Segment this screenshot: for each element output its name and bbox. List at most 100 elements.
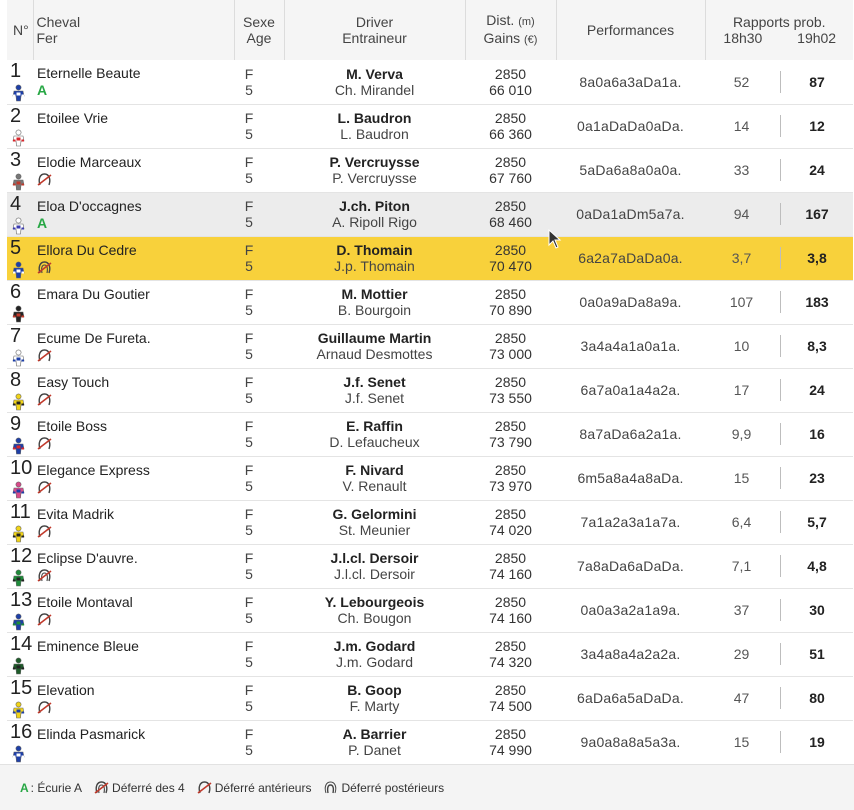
table-row[interactable]: 5 Ellora Du Cedre F 5 D. Thomain J.p. Thomain… [7, 236, 853, 280]
driver-cell: A. Barrier P. Danet [284, 720, 465, 764]
horse-name-link[interactable]: Ecume De Fureta. [37, 330, 234, 346]
header-rapports[interactable]: Rapports prob. 18h30 19h02 [705, 0, 853, 60]
horse-name-link[interactable]: Eclipse D'auvre. [37, 550, 234, 566]
driver-name[interactable]: B. Goop [284, 682, 465, 698]
table-row[interactable]: 15 Elevation F 5 B. Goop F. Marty 2850 74 500 6a… [7, 676, 853, 720]
runner-number: 3 [10, 148, 22, 171]
horse-sub [37, 655, 234, 671]
odds-1830: 94 [733, 206, 750, 222]
horse-sex: F [244, 154, 254, 170]
driver-name[interactable]: M. Mottier [284, 286, 465, 302]
table-row[interactable]: 3 Elodie Marceaux F 5 P. Vercruysse P. Vercru… [7, 148, 853, 192]
runner-number-cell: 11 [7, 500, 33, 544]
trainer-name[interactable]: J.l.cl. Dersoir [284, 566, 465, 582]
driver-name[interactable]: J.ch. Piton [284, 198, 465, 214]
trainer-name[interactable]: Ch. Mirandel [284, 82, 465, 98]
driver-name[interactable]: A. Barrier [284, 726, 465, 742]
table-row[interactable]: 4 Eloa D'occagnes A F 5 J.ch. Piton A. Ripoll … [7, 192, 853, 236]
trainer-name[interactable]: L. Baudron [284, 126, 465, 142]
sex-age-cell: F5 [234, 148, 284, 192]
odds-1902: 4,8 [780, 555, 853, 577]
driver-name[interactable]: M. Verva [284, 66, 465, 82]
trainer-name[interactable]: A. Ripoll Rigo [284, 214, 465, 230]
trainer-name[interactable]: B. Bourgoin [284, 302, 465, 318]
trainer-name[interactable]: P. Danet [284, 742, 465, 758]
trainer-name[interactable]: St. Meunier [284, 522, 465, 538]
horse-name-link[interactable]: Etoile Montaval [37, 594, 234, 610]
odds-1830: 14 [733, 118, 750, 134]
horse-name-link[interactable]: Eminence Bleue [37, 638, 234, 654]
trainer-name[interactable]: F. Marty [284, 698, 465, 714]
header-performances[interactable]: Performances [556, 0, 706, 60]
horse-name-link[interactable]: Eternelle Beaute [37, 65, 234, 81]
odds-1902: 183 [780, 291, 853, 313]
table-row[interactable]: 12 Eclipse D'auvre. F 5 J.l.cl. Dersoir J.l.c… [7, 544, 853, 588]
driver-name[interactable]: J.m. Godard [284, 638, 465, 654]
driver-name[interactable]: G. Gelormini [284, 506, 465, 522]
horse-name-link[interactable]: Evita Madrik [37, 506, 234, 522]
driver-name[interactable]: E. Raffin [284, 418, 465, 434]
performances: 0a0a9aDa8a9a. [579, 294, 682, 310]
table-row[interactable]: 2 Etoilee Vrie F 5 L. Baudron L. Baudron 2850 6… [7, 104, 853, 148]
horse-name-link[interactable]: Etoilee Vrie [37, 110, 234, 126]
trainer-name[interactable]: P. Vercruysse [284, 170, 465, 186]
table-row[interactable]: 13 Etoile Montaval F 5 Y. Lebourgeois Ch. Bou… [7, 588, 853, 632]
header-dist[interactable]: Dist. (m) Gains (€) [465, 0, 557, 60]
driver-name[interactable]: J.l.cl. Dersoir [284, 550, 465, 566]
horse-name-link[interactable]: Easy Touch [37, 374, 234, 390]
trainer-name[interactable]: Ch. Bougon [284, 610, 465, 626]
horse-name-link[interactable]: Elinda Pasmarick [37, 726, 234, 742]
driver-name[interactable]: F. Nivard [284, 462, 465, 478]
header-cheval[interactable]: Cheval Fer [33, 0, 235, 60]
header-num[interactable]: N° [7, 0, 34, 60]
driver-name[interactable]: Y. Lebourgeois [284, 594, 465, 610]
distance: 2850 [494, 506, 527, 522]
horse-sub [37, 127, 234, 143]
horse-name-link[interactable]: Elodie Marceaux [37, 154, 234, 170]
jockey-silk-icon [12, 613, 25, 630]
header-sexe[interactable]: Sexe Age [234, 0, 285, 60]
horse-sub: A [37, 215, 234, 231]
table-row[interactable]: 1 Eternelle Beaute A F 5 M. Verva Ch. Mirandel… [7, 60, 853, 104]
driver-name[interactable]: J.f. Senet [284, 374, 465, 390]
table-row[interactable]: 10 Elegance Express F 5 F. Nivard V. Renault 2… [7, 456, 853, 500]
table-row[interactable]: 16 Elinda Pasmarick F 5 A. Barrier P. Danet 28… [7, 720, 853, 764]
trainer-name[interactable]: J.p. Thomain [284, 258, 465, 274]
table-row[interactable]: 9 Etoile Boss F 5 E. Raffin D. Lefaucheux 2850… [7, 412, 853, 456]
driver-cell: Guillaume Martin Arnaud Desmottes [284, 324, 465, 368]
table-row[interactable]: 6 Emara Du Goutier F 5 M. Mottier B. Bourgoin… [7, 280, 853, 324]
distance: 2850 [494, 374, 527, 390]
horse-age: 5 [245, 258, 253, 274]
table-row[interactable]: 8 Easy Touch F 5 J.f. Senet J.f. Senet 2850 73 … [7, 368, 853, 412]
odds-1830: 29 [733, 646, 750, 662]
trainer-name[interactable]: Arnaud Desmottes [284, 346, 465, 362]
trainer-name[interactable]: J.f. Senet [284, 390, 465, 406]
trainer-name[interactable]: V. Renault [284, 478, 465, 494]
horse-name-link[interactable]: Elegance Express [37, 462, 234, 478]
runner-number: 9 [10, 412, 22, 435]
runner-number: 1 [10, 60, 22, 82]
horse-name-link[interactable]: Eloa D'occagnes [37, 198, 234, 214]
table-row[interactable]: 11 Evita Madrik F 5 G. Gelormini St. Meunier 2… [7, 500, 853, 544]
driver-cell: E. Raffin D. Lefaucheux [284, 412, 465, 456]
horse-name-link[interactable]: Emara Du Goutier [37, 286, 234, 302]
driver-name[interactable]: L. Baudron [284, 110, 465, 126]
table-row[interactable]: 14 Eminence Bleue F 5 J.m. Godard J.m. Godard… [7, 632, 853, 676]
header-driver[interactable]: Driver Entraineur [284, 0, 466, 60]
horse-cell: Eminence Bleue [33, 632, 234, 676]
horse-name-link[interactable]: Ellora Du Cedre [37, 242, 234, 258]
driver-name[interactable]: D. Thomain [284, 242, 465, 258]
trainer-name[interactable]: J.m. Godard [284, 654, 465, 670]
horse-name-link[interactable]: Etoile Boss [37, 418, 234, 434]
sex-age-cell: F5 [234, 60, 284, 104]
distance: 2850 [494, 154, 527, 170]
legend-bar: A : Écurie A Déferré des 4 Déferré antér… [0, 764, 854, 810]
driver-name[interactable]: Guillaume Martin [284, 330, 465, 346]
driver-name[interactable]: P. Vercruysse [284, 154, 465, 170]
driver-cell: P. Vercruysse P. Vercruysse [284, 148, 465, 192]
trainer-name[interactable]: D. Lefaucheux [284, 434, 465, 450]
horse-name-link[interactable]: Elevation [37, 682, 234, 698]
sex-age-cell: F5 [234, 280, 284, 324]
dist-gains-cell: 2850 73 550 [465, 368, 556, 412]
table-row[interactable]: 7 Ecume De Fureta. F 5 Guillaume Martin Arnau… [7, 324, 853, 368]
